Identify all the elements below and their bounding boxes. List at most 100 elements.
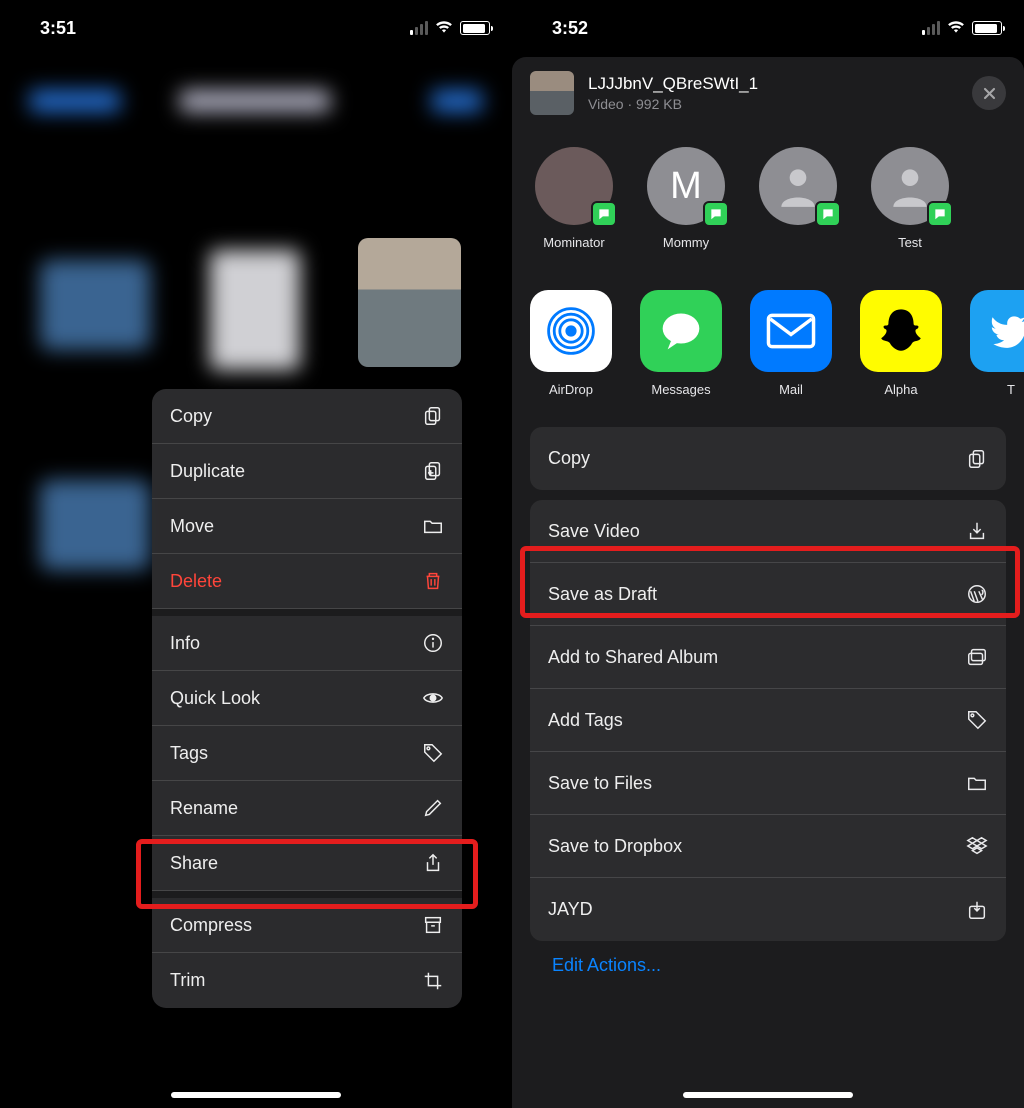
menu-move[interactable]: Move [152,499,462,554]
app-airdrop[interactable]: AirDrop [530,290,612,397]
app-label: Mail [779,382,803,397]
menu-label: Copy [170,406,212,427]
app-messages[interactable]: Messages [640,290,722,397]
action-copy[interactable]: Copy [530,427,1006,490]
share-sheet: LJJJbnV_QBreSWtI_1 Video · 992 KB Momina… [512,57,1024,1108]
folder-icon [422,515,444,537]
cellular-icon [410,21,428,35]
app-label: Alpha [884,382,917,397]
action-jayd[interactable]: JAYD [530,878,1006,941]
contact-mominator[interactable]: Mominator [530,147,618,250]
edit-actions-link[interactable]: Edit Actions... [530,951,1006,992]
share-contacts-row[interactable]: Mominator M Mommy [512,125,1024,258]
pencil-icon [422,797,444,819]
action-group-2: Save Video Save as Draft Add to Shared A… [530,500,1006,941]
menu-trim[interactable]: Trim [152,953,462,1008]
contact-test[interactable]: Test [866,147,954,250]
menu-delete[interactable]: Delete [152,554,462,609]
action-save-draft[interactable]: Save as Draft [530,563,1006,626]
share-file-name: LJJJbnV_QBreSWtI_1 [588,74,958,94]
home-indicator [171,1092,341,1098]
mail-icon [750,290,832,372]
download-box-icon [966,899,988,921]
action-add-tags[interactable]: Add Tags [530,689,1006,752]
app-label: Messages [651,382,710,397]
app-label: AirDrop [549,382,593,397]
wifi-icon [946,18,966,39]
wordpress-icon [966,583,988,605]
messages-badge-icon [591,201,617,227]
share-apps-row[interactable]: AirDrop Messages Mail Alpha [512,258,1024,409]
battery-icon [460,21,490,35]
dropbox-icon [966,835,988,857]
tag-icon [966,709,988,731]
menu-label: Delete [170,571,222,592]
action-group-1: Copy [530,427,1006,490]
menu-share[interactable]: Share [152,836,462,891]
action-label: Save as Draft [548,584,657,605]
app-label: T [1007,382,1015,397]
menu-label: Rename [170,798,238,819]
menu-info[interactable]: Info [152,609,462,671]
app-twitter[interactable]: T [970,290,1024,397]
copy-icon [966,448,988,470]
share-icon [422,852,444,874]
cellular-icon [922,21,940,35]
menu-copy[interactable]: Copy [152,389,462,444]
contact-name: Mommy [663,235,709,250]
action-label: JAYD [548,899,593,920]
duplicate-icon [422,460,444,482]
action-save-files[interactable]: Save to Files [530,752,1006,815]
share-file-thumbnail [530,71,574,115]
share-sheet-header: LJJJbnV_QBreSWtI_1 Video · 992 KB [512,57,1024,125]
status-bar: 3:51 [0,0,512,50]
archive-icon [422,914,444,936]
menu-tags[interactable]: Tags [152,726,462,781]
close-button[interactable] [972,76,1006,110]
app-snapchat[interactable]: Alpha [860,290,942,397]
menu-label: Trim [170,970,205,991]
menu-label: Duplicate [170,461,245,482]
messages-icon [640,290,722,372]
battery-icon [972,21,1002,35]
action-label: Save to Dropbox [548,836,682,857]
selected-file-thumbnail [358,238,461,367]
info-icon [422,632,444,654]
contact-name: Mominator [543,235,604,250]
share-actions: Copy Save Video Save as Draft Add to Sha… [512,409,1024,1010]
shared-album-icon [966,646,988,668]
messages-badge-icon [927,201,953,227]
airdrop-icon [530,290,612,372]
menu-rename[interactable]: Rename [152,781,462,836]
action-label: Copy [548,448,590,469]
action-shared-album[interactable]: Add to Shared Album [530,626,1006,689]
crop-icon [422,970,444,992]
menu-label: Move [170,516,214,537]
menu-duplicate[interactable]: Duplicate [152,444,462,499]
menu-label: Quick Look [170,688,260,709]
contact-mommy[interactable]: M Mommy [642,147,730,250]
status-time: 3:52 [552,18,588,39]
share-file-meta: Video · 992 KB [588,96,958,112]
menu-compress[interactable]: Compress [152,891,462,953]
menu-label: Compress [170,915,252,936]
eye-icon [422,687,444,709]
menu-label: Share [170,853,218,874]
app-mail[interactable]: Mail [750,290,832,397]
home-indicator [683,1092,853,1098]
action-save-dropbox[interactable]: Save to Dropbox [530,815,1006,878]
status-indicators [410,18,490,39]
action-label: Add Tags [548,710,623,731]
menu-quick-look[interactable]: Quick Look [152,671,462,726]
wifi-icon [434,18,454,39]
trash-icon [422,570,444,592]
copy-icon [422,405,444,427]
snapchat-icon [860,290,942,372]
download-icon [966,520,988,542]
action-label: Save Video [548,521,640,542]
menu-label: Tags [170,743,208,764]
action-save-video[interactable]: Save Video [530,500,1006,563]
action-label: Add to Shared Album [548,647,718,668]
contact-redacted[interactable] [754,147,842,250]
messages-badge-icon [815,201,841,227]
